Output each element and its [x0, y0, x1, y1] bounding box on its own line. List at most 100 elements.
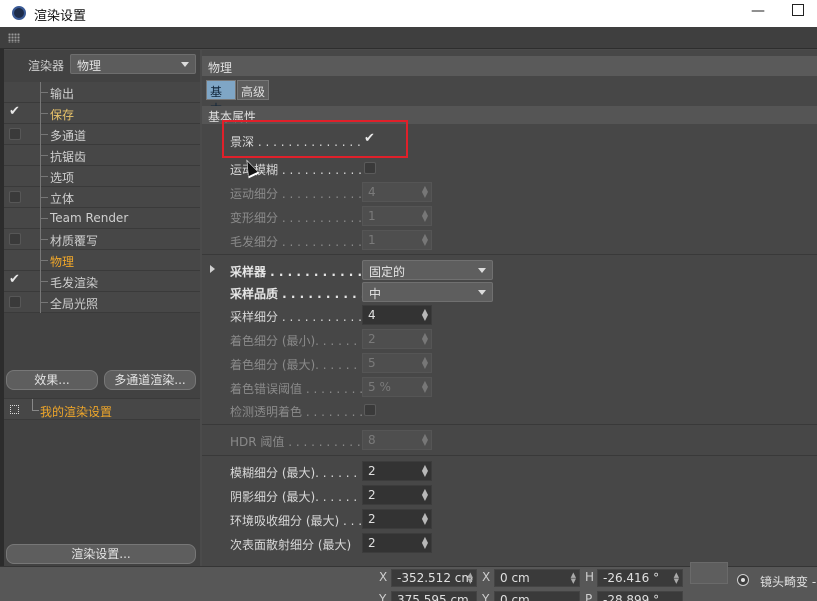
- spinner-icon[interactable]: ▲ ▼: [422, 233, 428, 247]
- tree-item-label: 保存: [50, 108, 75, 122]
- axis-label: P: [585, 592, 593, 601]
- spinner-icon[interactable]: ▲ ▼: [422, 308, 428, 322]
- spinner-icon[interactable]: ▲ ▼: [422, 332, 428, 346]
- select-value: 固定的: [369, 265, 406, 279]
- shading-subdivision-max-field[interactable]: 5 ▲ ▼: [362, 353, 432, 373]
- sampler-select[interactable]: 固定的: [362, 260, 493, 280]
- tree-item-global-illumination[interactable]: 全局光照: [4, 292, 200, 313]
- tree-item-label: 物理: [50, 255, 75, 269]
- tree-item-material-override[interactable]: 材质覆写: [4, 229, 200, 250]
- spinner-icon[interactable]: ▲ ▼: [422, 464, 428, 478]
- tree-item-team-render[interactable]: Team Render: [4, 208, 200, 229]
- spinner-icon[interactable]: ▲ ▼: [422, 433, 428, 447]
- tree-item-label: 材质覆写: [50, 234, 99, 248]
- prop-detect-transparent-shading: 检测透明着色 . . . . . . . . . . .: [230, 400, 650, 420]
- spinner-icon[interactable]: ▲ ▼: [422, 536, 428, 550]
- effects-button[interactable]: 效果...: [6, 370, 98, 390]
- tree-item-label: 选项: [50, 171, 75, 185]
- spinner-icon[interactable]: ▲ ▼: [468, 572, 473, 585]
- renderer-select[interactable]: 物理: [70, 54, 196, 74]
- tree-checkbox[interactable]: [9, 296, 21, 308]
- checkmark-icon[interactable]: ✔: [9, 272, 20, 287]
- field-value: 0 cm: [500, 593, 530, 601]
- tree-item-output[interactable]: 输出: [4, 82, 200, 103]
- checkmark-icon[interactable]: ✔: [9, 104, 20, 119]
- divider: [202, 424, 817, 425]
- cube-icon[interactable]: [690, 562, 728, 584]
- grip-icon[interactable]: [8, 33, 20, 43]
- prop-sampler: 采样器 . . . . . . . . . . . . . . . 固定的: [230, 260, 650, 280]
- highlight-box: [222, 120, 408, 158]
- hair-subdivision-field[interactable]: 1 ▲ ▼: [362, 230, 432, 250]
- shading-error-field[interactable]: 5 % ▲ ▼: [362, 377, 432, 397]
- prop-label: 采样器 . . . . . . . . . . . . . . .: [230, 265, 362, 279]
- cinema4d-app-icon: [12, 6, 26, 20]
- tab-advanced[interactable]: 高级: [237, 80, 269, 100]
- spinner-icon[interactable]: ▲ ▼: [422, 209, 428, 223]
- settings-sidebar: 渲染器 物理 输出 ✔ 保存 多通道 抗锯齿 选项 立体 Team Render…: [4, 50, 200, 566]
- spinner-icon[interactable]: ▲ ▼: [422, 185, 428, 199]
- position-y-field[interactable]: 375.595 cm: [391, 591, 477, 601]
- lens-distortion-label: 镜头畸变 -: [760, 575, 817, 589]
- render-settings-button[interactable]: 渲染设置...: [6, 544, 196, 564]
- render-setting-item[interactable]: 我的渲染设置: [40, 403, 112, 420]
- settings-tree: 输出 ✔ 保存 多通道 抗锯齿 选项 立体 Team Render 材质覆写 物…: [4, 82, 200, 313]
- prop-label: 阴影细分 (最大). . . . . . . . . . .: [230, 490, 362, 504]
- spinner-icon[interactable]: ▲ ▼: [422, 380, 428, 394]
- motion-blur-checkbox[interactable]: [364, 162, 376, 174]
- tree-item-options[interactable]: 选项: [4, 166, 200, 187]
- tree-item-antialiasing[interactable]: 抗锯齿: [4, 145, 200, 166]
- sample-quality-select[interactable]: 中: [362, 282, 493, 302]
- spinner-icon[interactable]: ▲ ▼: [422, 512, 428, 526]
- prop-label: 着色细分 (最小). . . . . . . . . . .: [230, 334, 362, 348]
- expand-arrow-icon[interactable]: [210, 265, 215, 273]
- chevron-down-icon: [181, 62, 189, 67]
- scale-x-field[interactable]: 0 cm ▲ ▼: [494, 569, 580, 587]
- lens-distortion-option[interactable]: 镜头畸变 -: [734, 570, 817, 592]
- scale-y-field[interactable]: 0 cm: [494, 591, 580, 601]
- window-title: 渲染设置: [34, 9, 87, 24]
- position-x-field[interactable]: -352.512 cm ▲ ▼: [391, 569, 477, 587]
- prop-shadow-subdivision: 阴影细分 (最大). . . . . . . . . . . 2 ▲▼: [230, 485, 650, 505]
- tree-checkbox[interactable]: [9, 191, 21, 203]
- prop-label: 着色细分 (最大). . . . . . . . . . .: [230, 358, 362, 372]
- motion-subdivision-field[interactable]: 4 ▲ ▼: [362, 182, 432, 202]
- rotation-h-field[interactable]: -26.416 ° ▲ ▼: [597, 569, 683, 587]
- radio-icon[interactable]: [737, 574, 749, 586]
- shading-subdivision-min-field[interactable]: 2 ▲ ▼: [362, 329, 432, 349]
- axis-label: X: [482, 570, 491, 584]
- multipass-render-button[interactable]: 多通道渲染...: [104, 370, 196, 390]
- sss-subdivision-field[interactable]: 2 ▲ ▼: [362, 533, 432, 553]
- field-value: 4: [368, 308, 376, 322]
- spinner-icon[interactable]: ▲ ▼: [422, 488, 428, 502]
- prop-deform-subdivision: 变形细分 . . . . . . . . . . . . . . 1 ▲▼: [230, 206, 650, 226]
- hdr-threshold-field[interactable]: 8 ▲ ▼: [362, 430, 432, 450]
- tree-item-stereo[interactable]: 立体: [4, 187, 200, 208]
- tree-checkbox[interactable]: [9, 128, 21, 140]
- tab-basic[interactable]: 基本: [206, 80, 236, 116]
- tree-checkbox[interactable]: [9, 233, 21, 245]
- tree-item-save[interactable]: ✔ 保存: [4, 103, 200, 124]
- renderer-value: 物理: [77, 59, 102, 73]
- minimize-button[interactable]: —: [748, 3, 768, 19]
- spinner-icon[interactable]: ▲ ▼: [674, 572, 679, 585]
- tree-item-physical[interactable]: 物理: [4, 250, 200, 271]
- spinner-icon[interactable]: ▲ ▼: [422, 356, 428, 370]
- rotation-p-field[interactable]: -28.899 °: [597, 591, 683, 601]
- prop-label: 采样品质 . . . . . . . . . . . . . .: [230, 287, 362, 301]
- maximize-button[interactable]: [792, 4, 804, 16]
- detect-transparent-checkbox[interactable]: [364, 404, 376, 416]
- ao-subdivision-field[interactable]: 2 ▲ ▼: [362, 509, 432, 529]
- field-value: 8: [368, 433, 376, 447]
- tree-item-multipass[interactable]: 多通道: [4, 124, 200, 145]
- spinner-icon[interactable]: ▲ ▼: [571, 572, 576, 585]
- prop-label: 次表面散射细分 (最大): [230, 538, 352, 552]
- blur-subdivision-field[interactable]: 2 ▲ ▼: [362, 461, 432, 481]
- deform-subdivision-field[interactable]: 1 ▲ ▼: [362, 206, 432, 226]
- shadow-subdivision-field[interactable]: 2 ▲ ▼: [362, 485, 432, 505]
- divider: [202, 455, 817, 456]
- tree-item-hair-render[interactable]: ✔ 毛发渲染: [4, 271, 200, 292]
- prop-sample-subdivision: 采样细分 . . . . . . . . . . . . . . 4 ▲▼: [230, 305, 650, 325]
- sample-subdivision-field[interactable]: 4 ▲ ▼: [362, 305, 432, 325]
- settings-icon[interactable]: [10, 405, 19, 414]
